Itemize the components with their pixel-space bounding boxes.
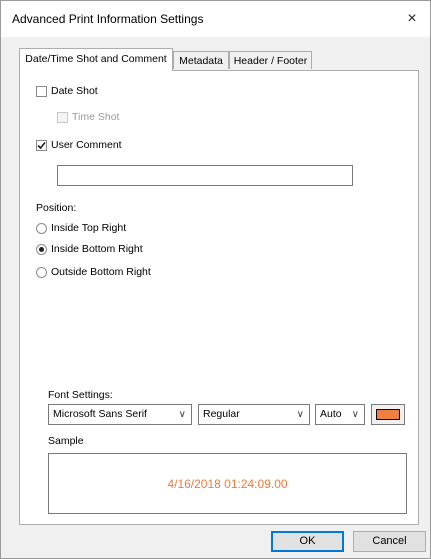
tab-label: Metadata bbox=[179, 55, 223, 67]
radio-button[interactable] bbox=[36, 266, 47, 278]
font-settings-label: Font Settings: bbox=[48, 389, 113, 401]
checkbox-box[interactable] bbox=[36, 139, 47, 151]
radio-label: Inside Top Right bbox=[51, 222, 127, 234]
user-comment-input[interactable] bbox=[57, 165, 353, 186]
sample-preview: 4/16/2018 01:24:09.00 bbox=[48, 453, 407, 514]
cancel-button[interactable]: Cancel bbox=[353, 531, 426, 552]
font-style-value: Regular bbox=[203, 408, 240, 420]
time-shot-label: Time Shot bbox=[72, 111, 120, 123]
font-color-button[interactable] bbox=[371, 404, 405, 425]
title-bar: Advanced Print Information Settings × bbox=[1, 1, 430, 37]
sample-text: 4/16/2018 01:24:09.00 bbox=[167, 476, 288, 491]
position-label: Position: bbox=[36, 202, 77, 214]
font-family-value: Microsoft Sans Serif bbox=[53, 408, 147, 420]
tab-metadata[interactable]: Metadata bbox=[173, 51, 229, 69]
position-inside-top-right-radio[interactable]: Inside Top Right bbox=[36, 222, 126, 234]
date-shot-checkbox[interactable]: Date Shot bbox=[36, 85, 98, 97]
user-comment-checkbox[interactable]: User Comment bbox=[36, 139, 122, 151]
chevron-down-icon: ∨ bbox=[351, 409, 359, 420]
font-size-select[interactable]: Auto ∨ bbox=[315, 404, 365, 425]
tab-strip: Date/Time Shot and Comment Metadata Head… bbox=[19, 48, 419, 71]
dialog-window: Advanced Print Information Settings × Da… bbox=[0, 0, 431, 559]
checkbox-box[interactable] bbox=[36, 85, 47, 97]
font-style-select[interactable]: Regular ∨ bbox=[198, 404, 310, 425]
font-family-select[interactable]: Microsoft Sans Serif ∨ bbox=[48, 404, 192, 425]
checkbox-box[interactable] bbox=[57, 111, 68, 123]
chevron-down-icon: ∨ bbox=[178, 409, 186, 420]
tab-label: Header / Footer bbox=[233, 55, 308, 67]
tab-date-time-shot-and-comment[interactable]: Date/Time Shot and Comment bbox=[19, 48, 173, 71]
tab-panel: Date Shot Time Shot User Comment Positio… bbox=[19, 70, 419, 525]
position-outside-bottom-right-radio[interactable]: Outside Bottom Right bbox=[36, 266, 151, 278]
time-shot-checkbox[interactable]: Time Shot bbox=[57, 111, 119, 123]
radio-button[interactable] bbox=[36, 222, 47, 234]
date-shot-label: Date Shot bbox=[51, 85, 98, 97]
radio-label: Inside Bottom Right bbox=[51, 243, 143, 255]
window-title: Advanced Print Information Settings bbox=[12, 12, 204, 26]
font-size-value: Auto bbox=[320, 408, 342, 420]
user-comment-label: User Comment bbox=[51, 139, 122, 151]
tab-label: Date/Time Shot and Comment bbox=[25, 53, 167, 65]
position-inside-bottom-right-radio[interactable]: Inside Bottom Right bbox=[36, 243, 143, 255]
ok-button[interactable]: OK bbox=[271, 531, 344, 552]
radio-button[interactable] bbox=[36, 243, 47, 255]
check-icon bbox=[37, 141, 46, 149]
sample-label: Sample bbox=[48, 435, 84, 447]
close-button[interactable]: × bbox=[394, 1, 430, 37]
close-icon: × bbox=[407, 10, 417, 27]
tab-header-footer[interactable]: Header / Footer bbox=[229, 51, 312, 69]
radio-label: Outside Bottom Right bbox=[51, 266, 151, 278]
chevron-down-icon: ∨ bbox=[296, 409, 304, 420]
color-swatch bbox=[376, 409, 400, 420]
